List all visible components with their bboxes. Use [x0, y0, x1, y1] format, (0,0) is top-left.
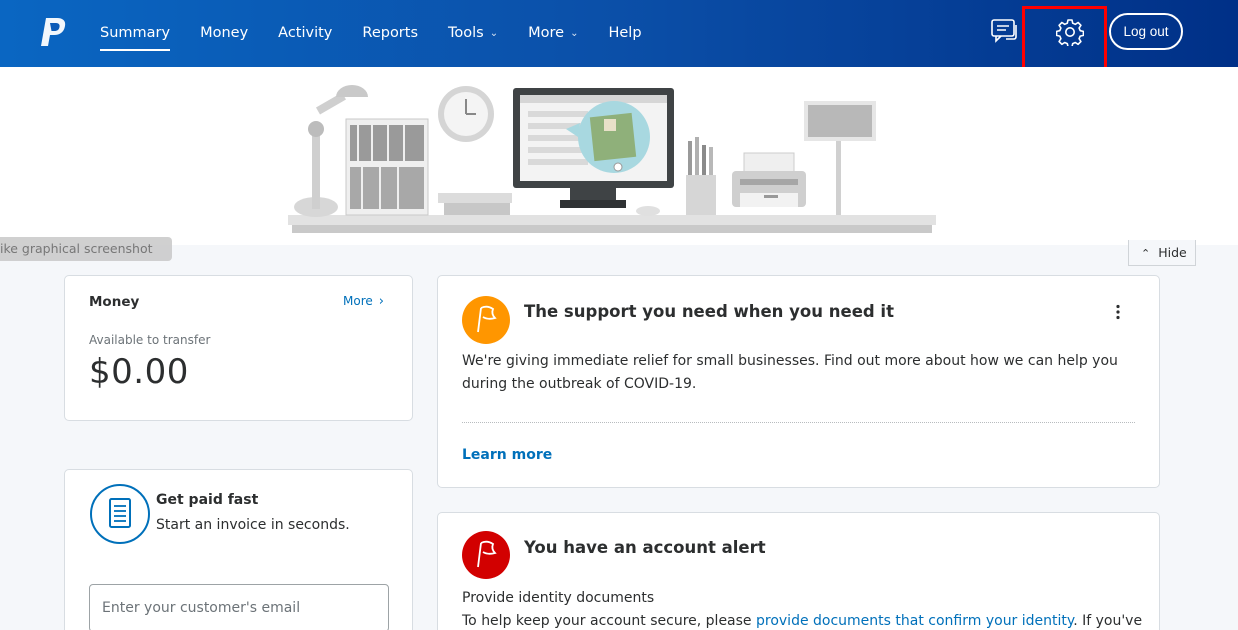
- chevron-down-icon: ⌄: [489, 28, 499, 39]
- nav-tools[interactable]: Tools ⌄: [448, 0, 498, 67]
- divider: [462, 422, 1135, 423]
- more-options-icon[interactable]: [1115, 304, 1121, 320]
- logout-button[interactable]: Log out: [1109, 13, 1183, 50]
- nav-reports[interactable]: Reports: [362, 0, 418, 67]
- nav-more[interactable]: More ⌄: [528, 0, 578, 67]
- hero-illustration: ike graphical screenshot: [0, 67, 1238, 261]
- money-card: Money More › Available to transfer $0.00: [64, 275, 413, 421]
- messages-icon[interactable]: [990, 17, 1020, 45]
- nav-help-label: Help: [608, 25, 642, 41]
- flag-icon: [462, 296, 510, 344]
- nav-reports-label: Reports: [362, 25, 419, 41]
- chevron-down-icon: ⌄: [570, 28, 579, 39]
- hide-illustration-button[interactable]: ⌃ Hide: [1128, 240, 1196, 266]
- customer-email-input[interactable]: [89, 584, 389, 630]
- nav-money-label: Money: [200, 25, 249, 41]
- balance-amount: $0.00: [89, 352, 189, 392]
- top-navigation-bar: Summary Money Activity Reports Tools ⌄ Mo…: [0, 0, 1238, 75]
- account-alert-card: You have an account alert Provide identi…: [437, 512, 1160, 630]
- nav-more-label: More: [528, 25, 565, 41]
- nav-activity[interactable]: Activity: [278, 0, 332, 67]
- chevron-right-icon: ›: [378, 294, 384, 309]
- learn-more-link[interactable]: Learn more: [462, 447, 552, 463]
- alert-description: To help keep your account secure, please…: [462, 613, 1142, 629]
- nav-summary[interactable]: Summary: [100, 0, 171, 67]
- alert-flag-icon: [462, 531, 510, 579]
- nav-tools-label: Tools: [448, 25, 484, 41]
- alert-text-suffix: . If you've: [1073, 613, 1143, 629]
- chevron-up-icon: ⌃: [1141, 247, 1151, 260]
- nav-activity-label: Activity: [278, 25, 333, 41]
- money-more-label: More: [343, 294, 373, 308]
- nav-summary-label: Summary: [100, 25, 171, 41]
- main-nav: Summary Money Activity Reports Tools ⌄ Mo…: [100, 0, 672, 67]
- support-card: The support you need when you need it We…: [437, 275, 1160, 488]
- settings-highlight-box: [1022, 6, 1107, 75]
- money-more-link[interactable]: More ›: [343, 294, 384, 309]
- nav-help[interactable]: Help: [608, 0, 641, 67]
- paypal-logo-icon[interactable]: [40, 16, 70, 48]
- available-to-transfer-label: Available to transfer: [89, 333, 211, 347]
- alert-text-prefix: To help keep your account secure, please: [462, 613, 756, 629]
- money-card-title: Money: [89, 294, 140, 310]
- hide-label: Hide: [1158, 245, 1187, 260]
- get-paid-fast-title: Get paid fast: [156, 492, 259, 508]
- alert-heading: Provide identity documents: [462, 590, 655, 606]
- account-alert-title: You have an account alert: [524, 538, 766, 557]
- screenshot-overlay-label: ike graphical screenshot: [0, 237, 172, 261]
- support-card-title: The support you need when you need it: [524, 302, 894, 321]
- get-paid-fast-subtitle: Start an invoice in seconds.: [156, 517, 350, 533]
- support-card-body: We're giving immediate relief for small …: [462, 353, 1118, 392]
- get-paid-fast-card: Get paid fast Start an invoice in second…: [64, 469, 413, 630]
- nav-money[interactable]: Money: [200, 0, 248, 67]
- provide-documents-link[interactable]: provide documents that confirm your iden…: [756, 613, 1073, 629]
- invoice-icon: [90, 484, 150, 544]
- office-desk-illustration: [288, 85, 936, 233]
